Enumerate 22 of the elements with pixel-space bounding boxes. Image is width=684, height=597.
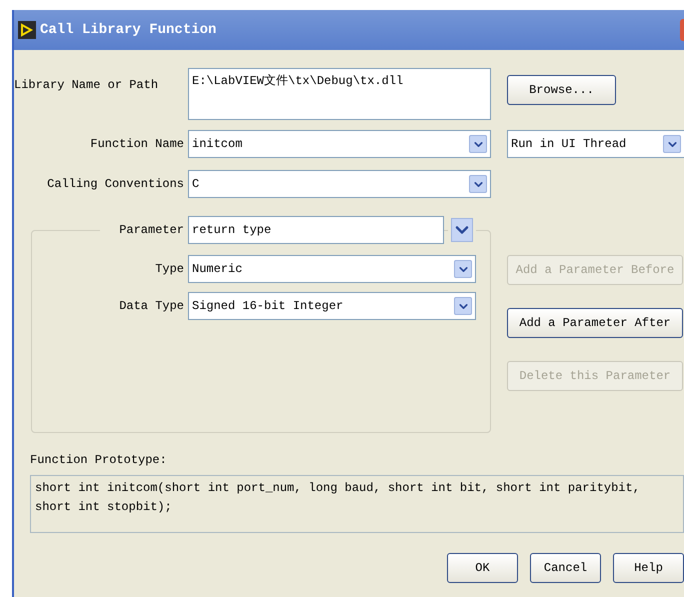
function-name-dropdown[interactable]: initcom <box>188 130 491 158</box>
chevron-down-icon <box>469 175 487 193</box>
chevron-down-icon <box>454 297 472 315</box>
prototype-text: short int initcom(short int port_num, long baud, short int bit, short int paritybit, short int stopbit); <box>30 475 684 533</box>
chevron-down-icon <box>454 260 472 278</box>
calling-conventions-dropdown[interactable]: C <box>188 170 491 198</box>
parameter-field[interactable]: return type <box>188 216 444 244</box>
chevron-down-icon <box>469 135 487 153</box>
data-type-dropdown[interactable]: Signed 16-bit Integer <box>188 292 476 320</box>
app-icon <box>18 21 36 39</box>
dropdown-button[interactable] <box>448 216 476 244</box>
path-field[interactable]: E:\LabVIEW文件\tx\Debug\tx.dll <box>188 68 491 120</box>
browse-button[interactable]: Browse... <box>507 75 616 105</box>
dialog-button[interactable]: Help <box>613 553 684 583</box>
thread-dropdown[interactable]: Run in UI Thread <box>507 130 684 158</box>
type-dropdown[interactable]: Numeric <box>188 255 476 283</box>
dialog-button[interactable]: OK <box>447 553 518 583</box>
dialog-button[interactable]: Cancel <box>530 553 601 583</box>
window-title: Call Library Function <box>40 20 216 40</box>
dialog-button[interactable]: Add a Parameter After <box>507 308 683 338</box>
prototype-label: Function Prototype: <box>30 452 168 469</box>
chevron-down-icon <box>663 135 681 153</box>
